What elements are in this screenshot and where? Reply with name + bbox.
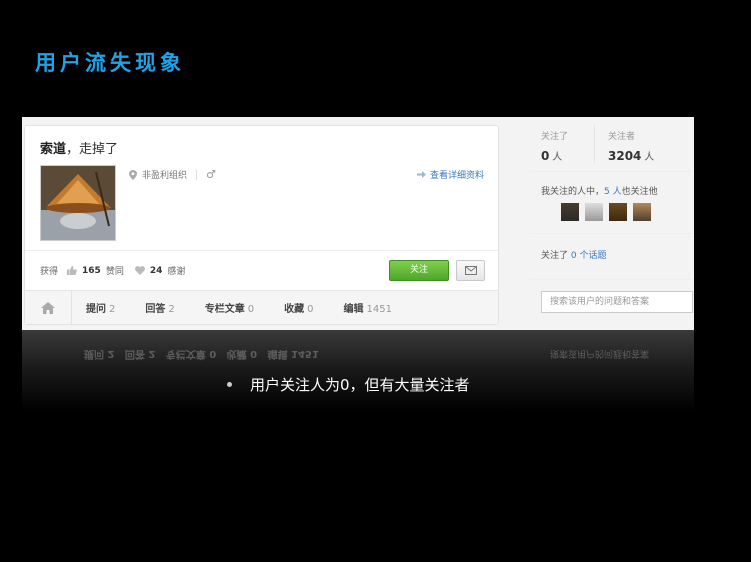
user-tagline: 走掉了	[79, 142, 119, 157]
sidebar-divider	[530, 171, 694, 172]
organization-label: 非盈利组织	[142, 171, 188, 181]
mutual-prefix: 我关注的人中，	[541, 187, 605, 197]
bullet-text: 用户关注人为0，但有大量关注者	[250, 376, 470, 394]
followers-label: 关注者	[608, 132, 636, 142]
message-button[interactable]	[456, 260, 485, 281]
topics-count-link[interactable]: 0 个话题	[571, 251, 607, 261]
bullet-dot-icon	[227, 382, 232, 387]
reflection-search: 搜索该用户的问题和答案	[550, 348, 650, 358]
avatar[interactable]	[40, 165, 116, 241]
mutual-avatar[interactable]	[584, 203, 603, 221]
tab-label: 编辑	[343, 304, 364, 315]
following-unit: 人	[552, 152, 563, 163]
agree-count: 165	[82, 265, 101, 276]
profile-tabs: 提问 2 回答 2 专栏文章 0 收藏 0 编辑 1451	[25, 290, 498, 324]
view-details-label: 查看详细资料	[429, 171, 484, 181]
tab-label: 收藏	[284, 304, 305, 315]
arrow-right-icon	[416, 171, 426, 178]
card-divider	[25, 250, 498, 251]
mutual-avatar[interactable]	[608, 203, 627, 221]
user-name[interactable]: 索道	[40, 142, 66, 157]
tab-count: 0	[247, 304, 255, 315]
tab-count: 2	[168, 304, 175, 315]
gender-icon: ♂	[206, 168, 216, 181]
reflection-content: 提问 2 回答 2 专栏文章 0 收藏 0 编辑 1451 搜索该用户的问题和答…	[22, 330, 694, 412]
mutual-suffix: 也关注他	[621, 187, 658, 197]
tab-collections[interactable]: 收藏 0	[284, 300, 313, 315]
meta-divider	[196, 169, 198, 180]
stats-row: 获得 165 赞同 24 感谢	[40, 264, 186, 278]
followed-topics: 关注了 0 个话题	[541, 248, 606, 261]
mutual-avatar[interactable]	[561, 203, 579, 221]
tab-count: 0	[307, 304, 314, 315]
tab-questions[interactable]: 提问 2	[86, 300, 115, 315]
view-details-link[interactable]: 查看详细资料	[416, 168, 484, 181]
stat-divider	[594, 125, 595, 163]
sidebar-divider	[530, 233, 694, 234]
location-pin-icon	[129, 169, 137, 180]
avatar-image	[41, 166, 115, 240]
tab-label: 专栏文章	[204, 304, 245, 315]
followers-stat[interactable]: 关注者 3204 人	[608, 129, 654, 163]
slide-title: 用户流失现象	[35, 51, 185, 75]
tab-label: 回答	[145, 304, 166, 315]
thumbs-up-icon	[67, 266, 77, 275]
tab-articles[interactable]: 专栏文章 0	[205, 300, 254, 315]
agree-label: 赞同	[105, 267, 124, 277]
home-icon	[41, 301, 55, 314]
following-count: 0	[541, 149, 550, 163]
mutual-avatars	[561, 203, 654, 221]
heart-icon	[134, 266, 145, 275]
user-search-input[interactable]: 搜索该用户的问题和答案	[541, 291, 693, 313]
following-stat[interactable]: 关注了 0 人	[541, 129, 568, 163]
screenshot-reflection: 提问 2 回答 2 专栏文章 0 收藏 0 编辑 1451 搜索该用户的问题和答…	[22, 330, 694, 412]
mutual-followers: 我关注的人中，5 人也关注他	[541, 184, 658, 197]
tab-answers[interactable]: 回答 2	[145, 300, 174, 315]
following-label: 关注了	[541, 132, 569, 142]
mutual-count-link[interactable]: 5 人	[604, 187, 622, 197]
thanks-label: 感谢	[167, 267, 186, 277]
tab-count: 2	[109, 304, 116, 315]
bullet-point: 用户关注人为0，但有大量关注者	[227, 374, 470, 395]
topics-prefix: 关注了	[541, 251, 569, 261]
sidebar-divider	[530, 279, 694, 280]
stats-prefix: 获得	[40, 267, 59, 277]
home-tab[interactable]	[25, 291, 72, 324]
profile-screenshot: 索道，走掉了 非盈利组织 ♂ 查看详细资料 获得 165 赞同 24 感谢 关注…	[22, 117, 694, 330]
profile-card: 索道，走掉了 非盈利组织 ♂ 查看详细资料 获得 165 赞同 24 感谢 关注…	[24, 125, 499, 325]
followers-unit: 人	[644, 152, 655, 163]
profile-meta: 非盈利组织 ♂	[129, 168, 216, 181]
tab-edits[interactable]: 编辑 1451	[344, 300, 392, 315]
envelope-icon	[464, 266, 477, 275]
thanks-count: 24	[149, 265, 163, 276]
reflection-tabs: 提问 2 回答 2 专栏文章 0 收藏 0 编辑 1451	[84, 348, 319, 359]
profile-sidebar: 关注了 0 人 关注者 3204 人 我关注的人中，5 人也关注他 关注了 0 …	[530, 117, 694, 330]
name-separator: ，	[66, 142, 80, 157]
follow-button[interactable]: 关注	[389, 260, 449, 281]
profile-header: 索道，走掉了	[40, 138, 118, 157]
followers-count: 3204	[608, 149, 642, 163]
tab-label: 提问	[86, 304, 106, 315]
mutual-avatar[interactable]	[632, 203, 651, 221]
tab-count: 1451	[366, 304, 392, 315]
